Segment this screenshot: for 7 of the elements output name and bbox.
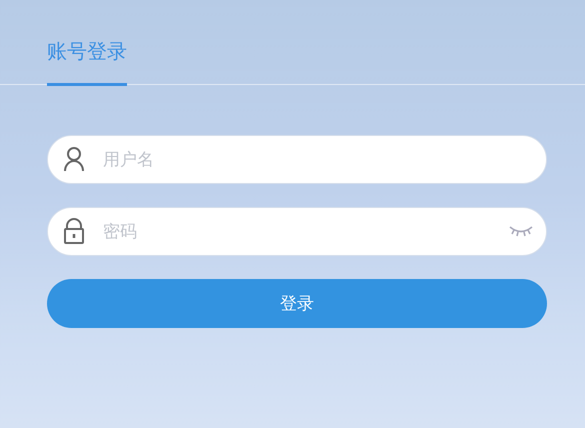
- lock-icon: [63, 218, 85, 244]
- login-button[interactable]: 登录: [47, 279, 547, 328]
- closed-eye-icon[interactable]: [509, 224, 533, 238]
- username-field[interactable]: 用户名: [47, 135, 547, 184]
- password-field[interactable]: 密码: [47, 207, 547, 256]
- user-icon: [63, 146, 85, 172]
- login-tab[interactable]: 账号登录: [47, 0, 127, 86]
